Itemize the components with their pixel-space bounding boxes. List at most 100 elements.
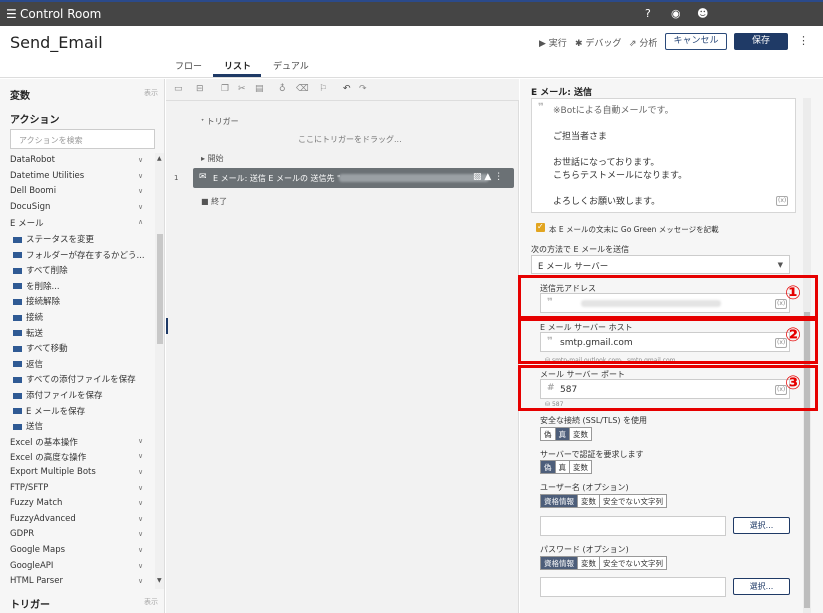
action-list-scroll-thumb[interactable] — [157, 234, 163, 344]
variable-insert-icon[interactable]: (x) — [776, 196, 789, 206]
password-select-button[interactable]: 選択... — [733, 578, 790, 595]
paste-icon[interactable]: ▤ — [255, 84, 264, 94]
password-option-credential[interactable]: 資格情報 — [541, 557, 578, 569]
chevron-down-icon[interactable]: ∨ — [138, 468, 143, 476]
password-option-variable[interactable]: 変数 — [578, 557, 600, 569]
email-action-item[interactable]: ステータスを変更 — [13, 233, 94, 245]
username-option-insecure[interactable]: 安全でない文字列 — [600, 495, 666, 507]
ssl-toggle[interactable]: 偽 真 変数 — [540, 427, 592, 441]
chevron-down-icon[interactable]: ∨ — [138, 437, 143, 445]
email-action-item[interactable]: 接続 — [13, 311, 43, 323]
action-category[interactable]: Google Maps — [10, 545, 65, 555]
email-action-item[interactable]: 返信 — [13, 358, 43, 370]
action-category[interactable]: Dell Boomi — [10, 186, 56, 196]
chevron-down-icon[interactable]: ∨ — [138, 499, 143, 507]
disable-icon[interactable]: ⚐ — [319, 84, 327, 94]
action-category[interactable]: GDPR — [10, 529, 34, 539]
action-search-input[interactable]: アクションを検索 — [10, 129, 155, 149]
email-action-item[interactable]: E メールを保存 — [13, 405, 85, 417]
end-node[interactable]: ■ 終了 — [201, 196, 227, 207]
ssl-option-false[interactable]: 偽 — [541, 428, 556, 440]
username-option-credential[interactable]: 資格情報 — [541, 495, 578, 507]
globe-icon[interactable]: ◉ — [671, 7, 681, 20]
action-category[interactable]: Excel の基本操作 — [10, 436, 78, 448]
record-icon[interactable]: ▭ — [174, 84, 183, 94]
password-option-insecure[interactable]: 安全でない文字列 — [600, 557, 666, 569]
tab-list[interactable]: リスト — [224, 59, 251, 72]
tab-flow[interactable]: フロー — [175, 59, 202, 72]
triggers-show-link[interactable]: 表示 — [144, 597, 158, 607]
ssl-option-true[interactable]: 真 — [555, 428, 570, 440]
chevron-down-icon[interactable]: ∨ — [138, 156, 143, 164]
action-category[interactable]: HTML Parser — [10, 576, 63, 586]
email-action-item[interactable]: すべて移動 — [13, 342, 68, 354]
step-status-icons[interactable]: ▨ ▲ ⋮ — [473, 172, 503, 182]
cancel-button[interactable]: キャンセル — [665, 33, 727, 50]
auth-option-true[interactable]: 真 — [556, 461, 570, 473]
copy-icon[interactable]: ❐ — [221, 84, 229, 94]
trigger-drop-zone[interactable]: ここにトリガーをドラッグ... — [298, 134, 402, 145]
action-category[interactable]: DataRobot — [10, 155, 55, 165]
auth-option-variable[interactable]: 変数 — [570, 461, 591, 473]
triggers-label[interactable]: トリガー — [10, 596, 50, 611]
scroll-down-icon[interactable]: ▼ — [157, 577, 162, 584]
action-category[interactable]: FuzzyAdvanced — [10, 514, 76, 524]
email-action-item[interactable]: を削除... — [13, 280, 60, 292]
more-options-icon[interactable]: ⋮ — [798, 34, 809, 47]
save-button[interactable]: 保存 — [734, 33, 788, 50]
variables-show-link[interactable]: 表示 — [144, 88, 158, 98]
password-type-toggle[interactable]: 資格情報 変数 安全でない文字列 — [540, 556, 667, 570]
chevron-down-icon[interactable]: ∨ — [138, 530, 143, 538]
insert-icon[interactable]: ⊟ — [196, 84, 204, 94]
username-select-button[interactable]: 選択... — [733, 517, 790, 534]
email-action-item[interactable]: すべての添付ファイルを保存 — [13, 373, 136, 385]
chevron-down-icon[interactable]: ∨ — [138, 577, 143, 585]
redo-icon[interactable]: ↷ — [359, 84, 367, 94]
tab-dual[interactable]: デュアル — [273, 59, 309, 72]
action-category[interactable]: Excel の高度な操作 — [10, 451, 86, 463]
auth-option-false[interactable]: 偽 — [541, 461, 556, 473]
run-button[interactable]: ▶ 実行 — [539, 36, 567, 49]
chevron-down-icon[interactable]: ∨ — [138, 562, 143, 570]
auth-toggle[interactable]: 偽 真 変数 — [540, 460, 592, 474]
email-action-item[interactable]: 添付ファイルを保存 — [13, 389, 103, 401]
email-action-item[interactable]: フォルダーが存在するかどう... — [13, 249, 145, 261]
chevron-down-icon[interactable]: ∨ — [138, 172, 143, 180]
action-category[interactable]: Fuzzy Match — [10, 498, 62, 508]
email-action-item[interactable]: 送信 — [13, 420, 43, 432]
scroll-up-icon[interactable]: ▲ — [157, 155, 162, 162]
chevron-down-icon[interactable]: ∨ — [138, 452, 143, 460]
debug-button[interactable]: ✱ デバッグ — [575, 36, 621, 49]
chevron-up-icon[interactable]: ∧ — [138, 218, 143, 226]
email-action-item[interactable]: 転送 — [13, 327, 43, 339]
action-category[interactable]: FTP/SFTP — [10, 483, 48, 493]
help-icon[interactable]: ? — [645, 7, 651, 20]
variables-label[interactable]: 変数 — [10, 87, 30, 102]
action-list-scrollbar[interactable] — [155, 153, 164, 589]
password-input[interactable] — [540, 577, 726, 597]
username-option-variable[interactable]: 変数 — [578, 495, 600, 507]
user-icon[interactable]: ☻ — [697, 7, 708, 20]
email-action-item[interactable]: 接続解除 — [13, 295, 60, 307]
trigger-node[interactable]: ᐩ トリガー — [201, 116, 239, 127]
start-node[interactable]: ▸ 開始 — [201, 153, 224, 164]
message-textarea[interactable]: ❞ ※Botによる自動メールです。 ご担当者さま お世話になっております。 こち… — [531, 98, 796, 213]
delete-icon[interactable]: ⌫ — [296, 84, 309, 94]
action-category[interactable]: DocuSign — [10, 202, 50, 212]
chevron-down-icon[interactable]: ∨ — [138, 515, 143, 523]
action-category[interactable]: Export Multiple Bots — [10, 467, 96, 477]
hamburger-menu-icon[interactable]: ☰ — [6, 7, 17, 21]
chevron-down-icon[interactable]: ∨ — [138, 187, 143, 195]
action-category[interactable]: Datetime Utilities — [10, 171, 84, 181]
cut-icon[interactable]: ✂ — [238, 84, 246, 94]
username-type-toggle[interactable]: 資格情報 変数 安全でない文字列 — [540, 494, 667, 508]
action-category[interactable]: E メール — [10, 217, 44, 229]
enable-icon[interactable]: ♁ — [279, 84, 286, 94]
action-category[interactable]: GoogleAPI — [10, 561, 53, 571]
ssl-option-variable[interactable]: 変数 — [570, 428, 591, 440]
step-email-send[interactable]: ✉ E メール: 送信 E メールの 送信先 " ▨ ▲ ⋮ — [193, 168, 514, 188]
undo-icon[interactable]: ↶ — [343, 84, 351, 94]
chevron-down-icon[interactable]: ∨ — [138, 203, 143, 211]
analyze-button[interactable]: ⇗ 分析 — [629, 36, 657, 49]
username-input[interactable] — [540, 516, 726, 536]
